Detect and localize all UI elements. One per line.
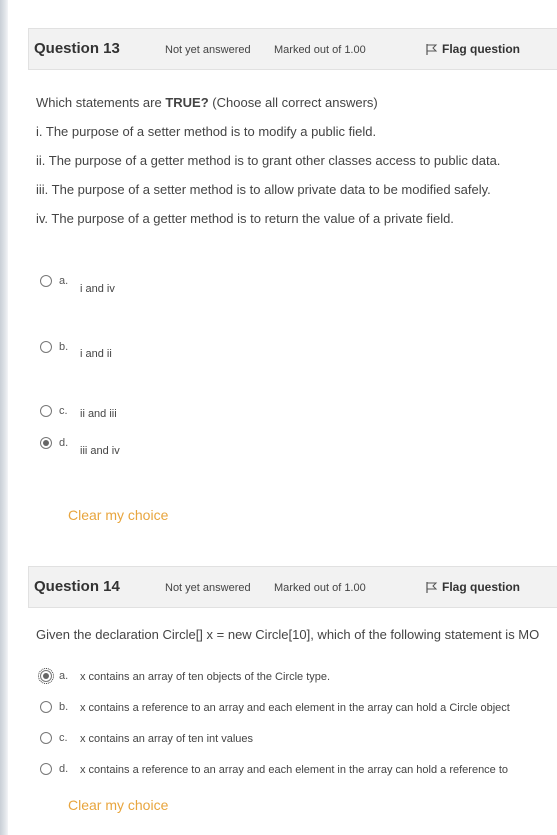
option-letter: a. bbox=[59, 670, 69, 682]
radio-button[interactable] bbox=[40, 341, 52, 353]
question-marks: Marked out of 1.00 bbox=[274, 44, 366, 56]
prompt-prefix: Which statements are bbox=[36, 95, 166, 110]
statement-iii: iii. The purpose of a setter method is t… bbox=[36, 182, 491, 197]
option-d-text: iii and iv bbox=[80, 445, 120, 457]
option-letter: b. bbox=[59, 701, 69, 713]
question-14-header: Question 14 Not yet answered Marked out … bbox=[28, 566, 557, 608]
prompt-bold: TRUE? bbox=[165, 95, 209, 110]
option-letter: a. bbox=[59, 275, 69, 287]
clear-choice-link[interactable]: Clear my choice bbox=[68, 507, 168, 523]
question-number: Question 14 bbox=[34, 578, 120, 595]
question-number: Question 13 bbox=[34, 40, 120, 57]
flag-question-button[interactable]: Flag question bbox=[425, 580, 520, 594]
question-status: Not yet answered bbox=[165, 582, 251, 594]
radio-button[interactable] bbox=[40, 732, 52, 744]
question-marks: Marked out of 1.00 bbox=[274, 582, 366, 594]
option-a-text: i and iv bbox=[80, 283, 115, 295]
radio-button[interactable] bbox=[40, 701, 52, 713]
radio-button-selected[interactable] bbox=[40, 437, 52, 449]
flag-icon bbox=[426, 581, 438, 593]
option-letter: d. bbox=[59, 437, 69, 449]
flag-icon bbox=[426, 43, 438, 55]
option-letter: d. bbox=[59, 763, 69, 775]
option-b[interactable]: b. bbox=[40, 701, 68, 713]
question-prompt: Given the declaration Circle[] x = new C… bbox=[36, 627, 540, 642]
statement-iv: iv. The purpose of a getter method is to… bbox=[36, 211, 454, 226]
option-c[interactable]: c. bbox=[40, 405, 68, 417]
option-letter: c. bbox=[59, 405, 68, 417]
option-a[interactable]: a. bbox=[38, 668, 69, 684]
statement-ii: ii. The purpose of a getter method is to… bbox=[36, 153, 501, 168]
question-prompt: Which statements are TRUE? (Choose all c… bbox=[36, 95, 378, 110]
clear-choice-link[interactable]: Clear my choice bbox=[68, 797, 168, 813]
option-c-text: ii and iii bbox=[80, 408, 117, 420]
option-c[interactable]: c. bbox=[40, 732, 68, 744]
option-b-text: i and ii bbox=[80, 348, 112, 360]
option-b[interactable]: b. bbox=[40, 341, 68, 353]
flag-question-label: Flag question bbox=[442, 42, 520, 56]
radio-button[interactable] bbox=[40, 763, 52, 775]
option-d[interactable]: d. bbox=[40, 763, 68, 775]
option-b-text: x contains a reference to an array and e… bbox=[80, 702, 510, 714]
window-left-edge bbox=[0, 0, 8, 835]
option-d[interactable]: d. bbox=[40, 437, 68, 449]
question-13-header: Question 13 Not yet answered Marked out … bbox=[28, 28, 557, 70]
question-status: Not yet answered bbox=[165, 44, 251, 56]
option-letter: c. bbox=[59, 732, 68, 744]
option-letter: b. bbox=[59, 341, 69, 353]
statement-i: i. The purpose of a setter method is to … bbox=[36, 124, 377, 139]
prompt-suffix: (Choose all correct answers) bbox=[208, 95, 378, 110]
radio-button-selected[interactable] bbox=[38, 668, 54, 684]
radio-button[interactable] bbox=[40, 275, 52, 287]
flag-question-label: Flag question bbox=[442, 580, 520, 594]
option-d-text: x contains a reference to an array and e… bbox=[80, 764, 509, 776]
option-c-text: x contains an array of ten int values bbox=[80, 733, 254, 745]
flag-question-button[interactable]: Flag question bbox=[425, 42, 520, 56]
option-a-text: x contains an array of ten objects of th… bbox=[80, 671, 331, 683]
radio-button[interactable] bbox=[40, 405, 52, 417]
option-a[interactable]: a. bbox=[40, 275, 68, 287]
